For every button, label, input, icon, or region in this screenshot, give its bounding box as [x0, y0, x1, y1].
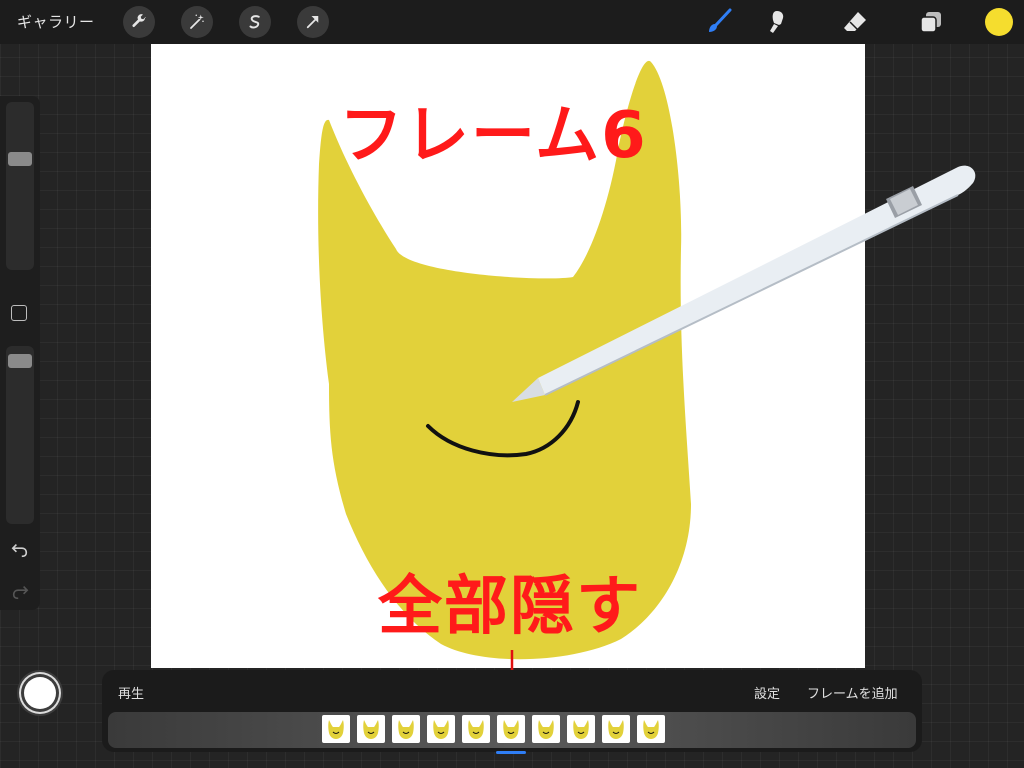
- frames-strip[interactable]: [108, 712, 916, 748]
- layers-icon: [920, 12, 941, 33]
- frame-thumbnail[interactable]: [532, 715, 560, 743]
- selected-frame-indicator: [496, 751, 526, 754]
- add-frame-button[interactable]: フレームを追加: [807, 683, 898, 702]
- frame-thumbnail[interactable]: [497, 715, 525, 743]
- magic-wand-icon: [190, 14, 204, 29]
- brush-icon: [709, 8, 732, 32]
- play-button[interactable]: 再生: [118, 683, 144, 702]
- brush-size-slider[interactable]: [6, 102, 34, 270]
- color-swatch-button[interactable]: [985, 8, 1013, 36]
- layers-button[interactable]: [915, 6, 947, 38]
- transform-button[interactable]: [297, 6, 329, 38]
- redo-icon: [12, 586, 29, 600]
- cat-thumbnail-icon: [398, 720, 414, 739]
- undo-icon: [11, 544, 28, 558]
- frame-thumbnail[interactable]: [427, 715, 455, 743]
- wrench-icon: [132, 14, 146, 28]
- actions-button[interactable]: [123, 6, 155, 38]
- frame-thumbnail[interactable]: [357, 715, 385, 743]
- frame-thumbnail[interactable]: [567, 715, 595, 743]
- selection-button[interactable]: [239, 6, 271, 38]
- cat-thumbnail-icon: [363, 720, 379, 739]
- cat-thumbnail-icon: [328, 720, 344, 739]
- cat-thumbnail-icon: [573, 720, 589, 739]
- opacity-thumb[interactable]: [8, 354, 32, 369]
- selection-s-icon: [249, 15, 260, 29]
- cat-thumbnail-icon: [538, 720, 554, 739]
- modify-button[interactable]: [11, 305, 27, 321]
- record-button[interactable]: [17, 670, 63, 716]
- settings-button[interactable]: 設定: [754, 683, 780, 702]
- frame-thumbnail[interactable]: [637, 715, 665, 743]
- undo-button[interactable]: [10, 540, 30, 560]
- record-circle: [24, 677, 56, 709]
- annotation-text: 全部隠す: [378, 570, 642, 644]
- frame-thumbnail[interactable]: [602, 715, 630, 743]
- transform-arrow-icon: [306, 16, 319, 29]
- adjustments-button[interactable]: [181, 6, 213, 38]
- gallery-button[interactable]: ギャラリー: [17, 11, 95, 32]
- cat-thumbnail-icon: [433, 720, 449, 739]
- frame-thumbnail[interactable]: [392, 715, 420, 743]
- brush-tool-button[interactable]: [703, 6, 735, 38]
- redo-button[interactable]: [10, 582, 30, 602]
- cat-thumbnail-icon: [643, 720, 659, 739]
- brush-size-thumb[interactable]: [8, 152, 32, 166]
- eraser-tool-button[interactable]: [839, 6, 871, 38]
- left-sidebar: [0, 96, 40, 610]
- cat-thumbnail-icon: [503, 720, 519, 739]
- top-toolbar: ギャラリー: [0, 0, 1024, 44]
- frame-thumbnail[interactable]: [322, 715, 350, 743]
- eraser-icon: [844, 12, 866, 31]
- cat-thumbnail-icon: [608, 720, 624, 739]
- opacity-slider[interactable]: [6, 346, 34, 524]
- cat-thumbnail-icon: [468, 720, 484, 739]
- animation-panel: 再生 設定 フレームを追加: [102, 670, 922, 754]
- smudge-icon: [770, 11, 784, 33]
- frame-title: フレーム6: [339, 99, 648, 173]
- drawing-canvas[interactable]: フレーム6 全部隠す: [151, 44, 865, 668]
- smudge-tool-button[interactable]: [761, 6, 793, 38]
- frame-thumbnail[interactable]: [462, 715, 490, 743]
